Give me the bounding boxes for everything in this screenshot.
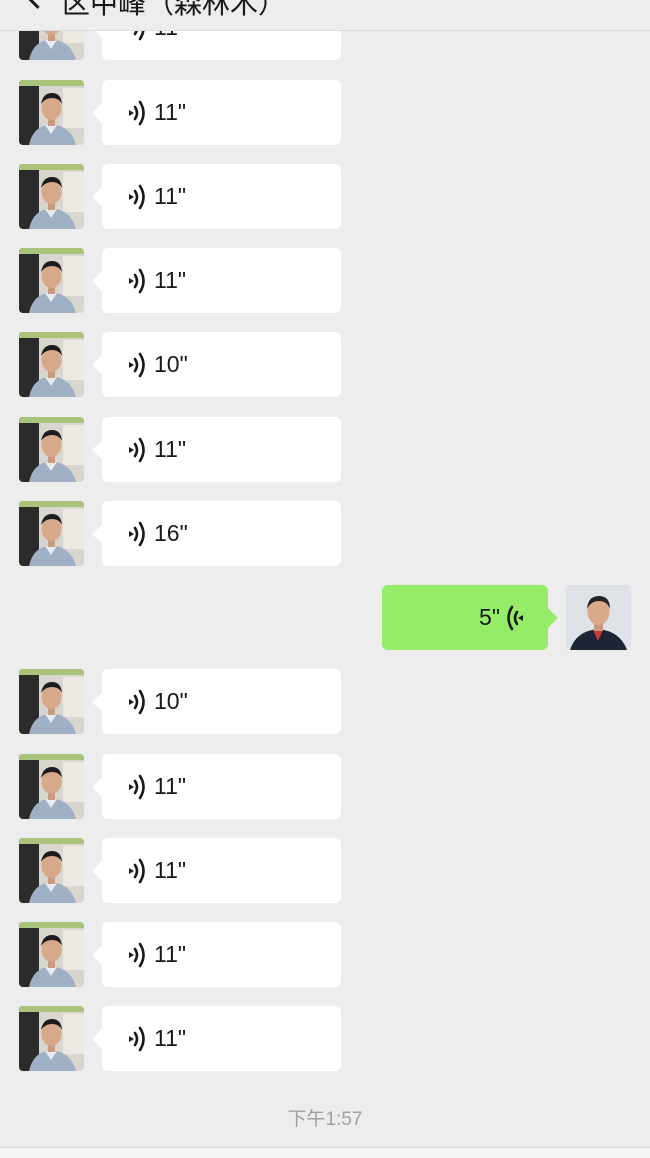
voice-duration: 10" <box>154 351 188 377</box>
incoming-voice-message[interactable]: 10" <box>102 669 341 734</box>
message-row: 5" <box>0 585 650 651</box>
voice-wave-icon <box>126 267 148 295</box>
contact-avatar[interactable] <box>19 248 84 313</box>
message-row: 11" <box>0 838 650 904</box>
voice-wave-icon <box>126 351 148 379</box>
message-row: 11" <box>0 754 650 820</box>
voice-wave-icon <box>126 520 148 548</box>
my-avatar[interactable] <box>566 585 631 650</box>
voice-duration: 11" <box>154 1025 187 1051</box>
message-row: 11" <box>0 80 650 146</box>
message-row: 10" <box>0 332 650 398</box>
incoming-voice-message[interactable]: 11" <box>102 248 341 313</box>
contact-avatar[interactable] <box>19 417 84 482</box>
contact-avatar[interactable] <box>19 332 84 397</box>
contact-avatar[interactable] <box>19 922 84 987</box>
voice-duration: 11" <box>154 941 187 967</box>
voice-duration: 11" <box>154 267 187 293</box>
incoming-voice-message[interactable]: 16" <box>102 501 341 566</box>
incoming-voice-message[interactable]: 11" <box>102 838 341 903</box>
contact-avatar[interactable] <box>19 754 84 819</box>
voice-wave-icon <box>126 773 148 801</box>
voice-wave-icon <box>126 99 148 127</box>
contact-avatar[interactable] <box>19 80 84 145</box>
voice-wave-icon <box>126 941 148 969</box>
incoming-voice-message[interactable]: 11" <box>102 164 341 229</box>
incoming-voice-message[interactable]: 11" <box>102 754 341 819</box>
contact-avatar[interactable] <box>19 838 84 903</box>
voice-wave-icon <box>126 857 148 885</box>
voice-wave-icon <box>126 183 148 211</box>
voice-duration: 11" <box>154 436 187 462</box>
voice-wave-icon <box>504 604 526 632</box>
contact-avatar[interactable] <box>19 1006 84 1071</box>
voice-duration: 5" <box>479 604 500 630</box>
contact-avatar[interactable] <box>19 669 84 734</box>
incoming-voice-message[interactable]: 10" <box>102 332 341 397</box>
voice-duration: 16" <box>154 520 188 546</box>
incoming-voice-message[interactable]: 11" <box>102 922 341 987</box>
voice-duration: 11" <box>154 857 187 883</box>
chat-message-list[interactable]: 11"11"11"11"10"11"16"5"10"11"11"11"11" <box>0 0 650 1157</box>
message-row: 16" <box>0 501 650 567</box>
chat-header: 区中峰（森林木） <box>0 0 650 31</box>
message-row: 11" <box>0 1006 650 1072</box>
message-timestamp: 下午1:57 <box>287 1109 363 1130</box>
voice-duration: 11" <box>154 183 187 209</box>
voice-wave-icon <box>126 688 148 716</box>
incoming-voice-message[interactable]: 11" <box>102 417 341 482</box>
input-bar-edge <box>0 1147 650 1158</box>
message-row: 11" <box>0 248 650 314</box>
message-row: 11" <box>0 417 650 483</box>
voice-duration: 11" <box>154 99 187 125</box>
message-row: 11" <box>0 922 650 988</box>
voice-duration: 10" <box>154 688 188 714</box>
contact-avatar[interactable] <box>19 164 84 229</box>
incoming-voice-message[interactable]: 11" <box>102 80 341 145</box>
message-row: 11" <box>0 164 650 230</box>
voice-wave-icon <box>126 436 148 464</box>
back-arrow-icon[interactable] <box>24 0 51 9</box>
voice-wave-icon <box>126 1025 148 1053</box>
contact-avatar[interactable] <box>19 501 84 566</box>
chat-title: 区中峰（森林木） <box>62 0 287 19</box>
incoming-voice-message[interactable]: 11" <box>102 1006 341 1071</box>
message-row: 10" <box>0 669 650 735</box>
outgoing-voice-message[interactable]: 5" <box>382 585 548 650</box>
voice-duration: 11" <box>154 773 187 799</box>
